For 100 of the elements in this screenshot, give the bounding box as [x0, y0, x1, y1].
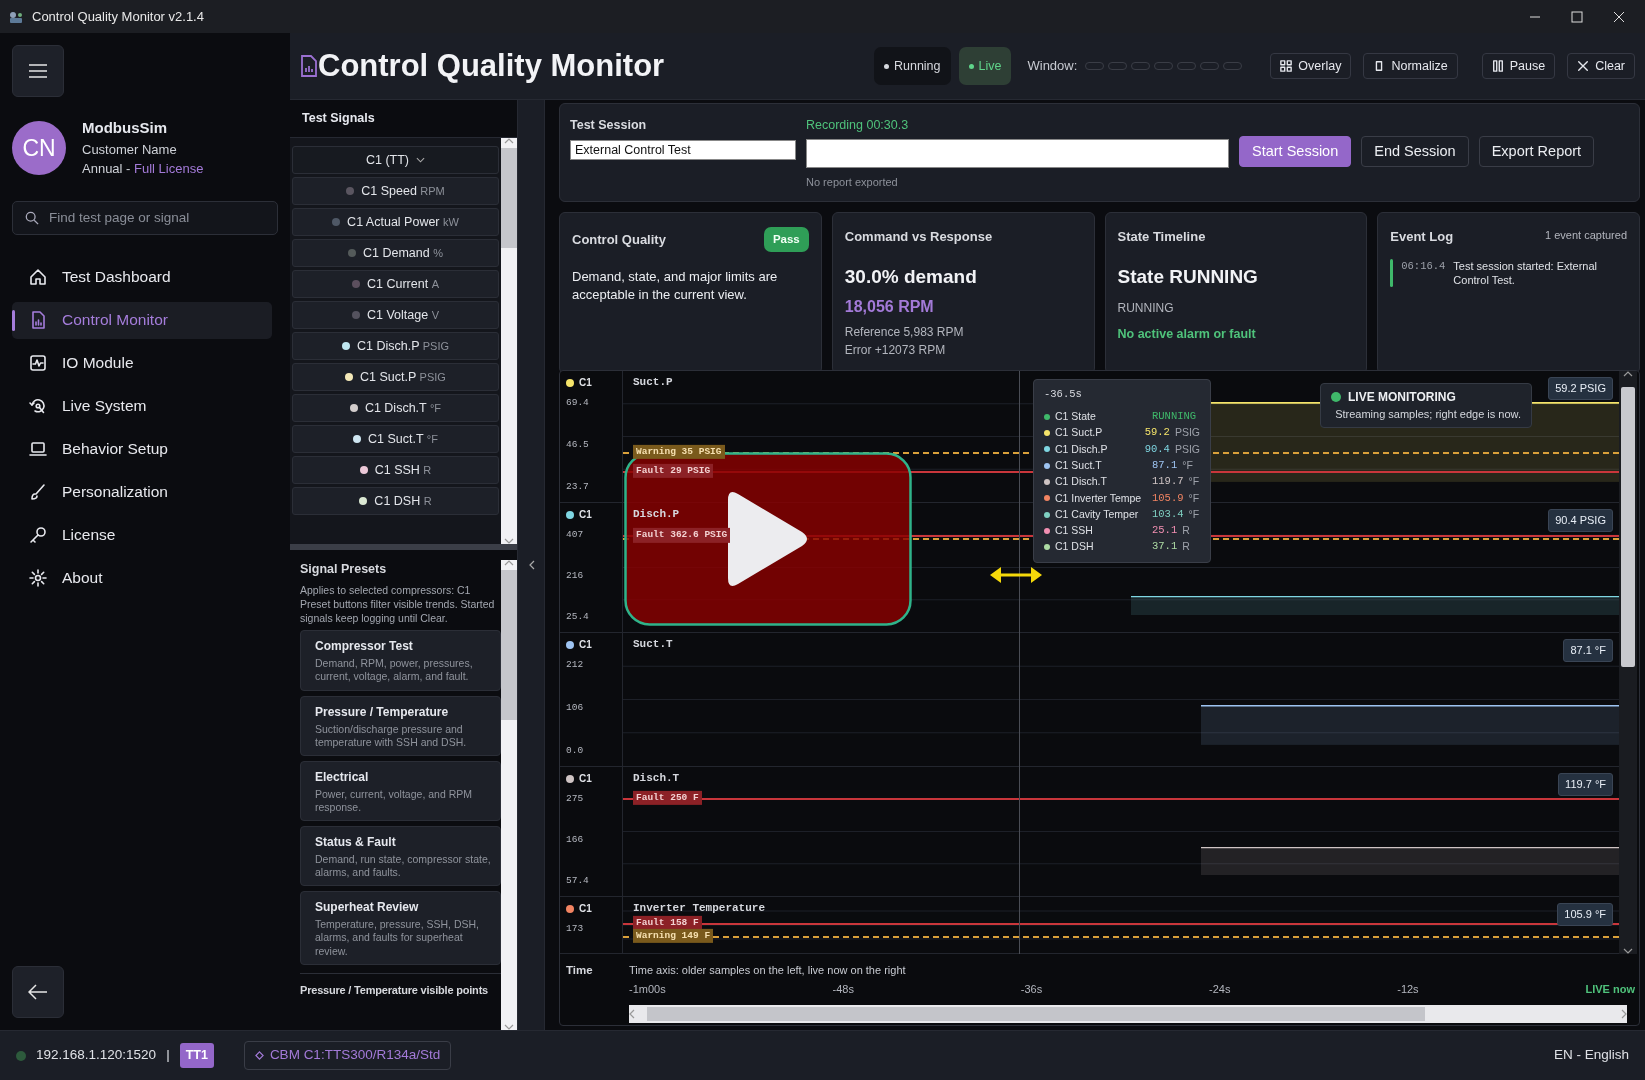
signal-value: RUNNING — [1152, 409, 1197, 424]
chevron-down-icon — [416, 157, 426, 163]
model-chip: CBM C1:TTS300/R134a/Std — [243, 1041, 452, 1070]
axis-tick-label: 46.5 — [566, 437, 590, 452]
search-field[interactable]: Find test page or signal — [12, 200, 278, 235]
state-value: State RUNNING — [1117, 264, 1259, 289]
axis-tick-label: -1m00s — [629, 981, 666, 997]
axis-tick-label: -24s — [1209, 981, 1231, 997]
limit-label: Fault 158 F — [633, 915, 702, 930]
limit-label: Fault 362.6 PSIG — [633, 528, 731, 543]
document-chart-icon — [300, 55, 318, 77]
home-icon — [28, 267, 48, 287]
signal-label: C1 — [579, 508, 592, 522]
separator-text: | — [166, 1046, 170, 1065]
nav-item[interactable]: Behavior Setup — [12, 430, 272, 468]
laptop-icon — [28, 439, 48, 459]
signal-button[interactable]: C1 Current A — [292, 270, 499, 298]
toolbar-button[interactable]: Pause — [1481, 53, 1556, 79]
signal-button[interactable]: C1 Demand % — [292, 239, 499, 267]
back-button[interactable] — [12, 966, 64, 1018]
card-title: State Timeline — [1117, 228, 1207, 246]
scrollbar-thumb[interactable] — [501, 148, 517, 248]
axis-tick-label: -48s — [832, 981, 854, 997]
scrollbar[interactable] — [629, 1005, 1627, 1023]
axis-tick-label: 216 — [566, 568, 585, 583]
live-label: LIVE now — [1585, 981, 1635, 997]
limit-label: Fault 29 PSIG — [633, 463, 714, 478]
chevron-up-icon — [504, 560, 514, 566]
scrollbar-thumb[interactable] — [1621, 387, 1635, 667]
scrollbar[interactable] — [501, 560, 517, 1030]
axis-tick-label: 166 — [566, 832, 585, 847]
signal-button[interactable]: C1 Speed RPM — [292, 177, 499, 205]
signal-button[interactable]: C1 Disch.P PSIG — [292, 332, 499, 360]
alarm-status: No active alarm or fault — [1117, 326, 1257, 343]
toolbar-button[interactable]: Clear — [1567, 53, 1635, 79]
nav-item[interactable]: Personalization — [12, 473, 272, 511]
preset-button[interactable]: Status & Fault Demand, run state, compressor state, alarms, and faults. — [300, 826, 501, 887]
signal-button[interactable]: C1 SSH R — [292, 456, 499, 484]
signal-value: 119.7 — [1152, 474, 1184, 490]
session-button[interactable]: End Session — [1361, 136, 1469, 167]
license-link[interactable]: Full License — [134, 161, 204, 176]
toolbar-button[interactable]: Overlay — [1270, 53, 1352, 79]
signal-label: C1 — [579, 772, 592, 786]
session-button[interactable]: Start Session — [1239, 136, 1352, 167]
signal-button[interactable]: C1 Suct.P PSIG — [292, 363, 499, 391]
window-title: Control Quality Monitor v2.1.4 — [32, 7, 204, 26]
signal-label: C1 — [579, 638, 592, 652]
toolbar-button[interactable]: Normalize — [1363, 53, 1458, 79]
maximize-icon[interactable] — [1571, 10, 1583, 23]
nav-item[interactable]: About — [12, 559, 272, 597]
signal-name: C1 Suct.T — [1055, 457, 1103, 473]
signal-value: 90.4 — [1144, 441, 1170, 457]
signal-name: C1 State — [1055, 409, 1097, 424]
signal-button[interactable]: C1 DSH R — [292, 487, 499, 515]
signal-button[interactable]: C1 Disch.T °F — [292, 394, 499, 422]
signal-name: C1 Suct.P — [1055, 425, 1104, 441]
nav-item[interactable]: IO Module — [12, 344, 272, 382]
nav-item[interactable]: Test Dashboard — [12, 258, 272, 296]
session-button[interactable]: Export Report — [1478, 136, 1595, 167]
event-count: 1 event captured — [1545, 228, 1627, 243]
signal-value: 87.1 — [1152, 457, 1178, 473]
unit-label: °F — [1188, 474, 1200, 490]
nav-item[interactable]: Control Monitor — [12, 301, 272, 339]
preset-button[interactable]: Pressure / Temperature Suction/discharge pressure and temperature with SSH and DSH. — [300, 695, 501, 756]
axis-tick-label: 23.7 — [566, 479, 590, 494]
live-title: LIVE MONITORING — [1348, 389, 1456, 406]
close-icon — [1577, 60, 1590, 72]
user-name: ModbusSim — [82, 118, 168, 138]
reference-text: Reference 5,983 RPM — [844, 324, 965, 341]
scrollbar[interactable] — [501, 138, 517, 544]
value-badge: 105.9 °F — [1557, 903, 1613, 926]
axis-tick-label: 57.4 — [566, 873, 590, 888]
menu-icon — [29, 64, 47, 78]
unit-label: PSIG — [1174, 441, 1200, 457]
preset-button[interactable]: Electrical Power, current, voltage, and RPM response. — [300, 760, 501, 821]
preset-button[interactable]: Compressor Test Demand, RPM, power, pressures, current, voltage, alarm, and fault. — [300, 630, 501, 691]
search-icon — [25, 210, 39, 225]
close-icon[interactable] — [1613, 10, 1625, 23]
scrollbar[interactable] — [1619, 371, 1637, 954]
unit-label: °F — [1188, 490, 1200, 506]
key-icon — [28, 525, 48, 545]
preset-button[interactable]: Superheat Review Temperature, pressure, SSH, DSH, alarms, and faults for superheat review. — [300, 891, 501, 965]
group-dropdown[interactable]: C1 (TT) — [292, 146, 499, 174]
limit-label: Fault 250 F — [633, 790, 702, 806]
signal-button[interactable]: C1 Suct.T °F — [292, 425, 499, 453]
card-title: Event Log — [1390, 228, 1454, 246]
signal-button[interactable]: C1 Actual Power kW — [292, 208, 499, 236]
collapse-icon[interactable] — [527, 560, 535, 570]
signal-button[interactable]: C1 Voltage V — [292, 301, 499, 329]
error-text: Error +12073 RPM — [844, 342, 947, 359]
nav-item[interactable]: License — [12, 516, 272, 554]
scrollbar-thumb[interactable] — [647, 1007, 1426, 1021]
language-selector[interactable]: EN - English — [1553, 1045, 1629, 1066]
nav-item[interactable]: Live System — [12, 387, 272, 425]
scrollbar-thumb[interactable] — [501, 570, 517, 720]
session-name-field[interactable]: External Control Test — [570, 139, 796, 160]
notes-field[interactable] — [806, 138, 1229, 168]
chart-title: Suct.P — [633, 375, 673, 390]
menu-button[interactable] — [12, 45, 64, 97]
gear-icon — [28, 568, 48, 588]
